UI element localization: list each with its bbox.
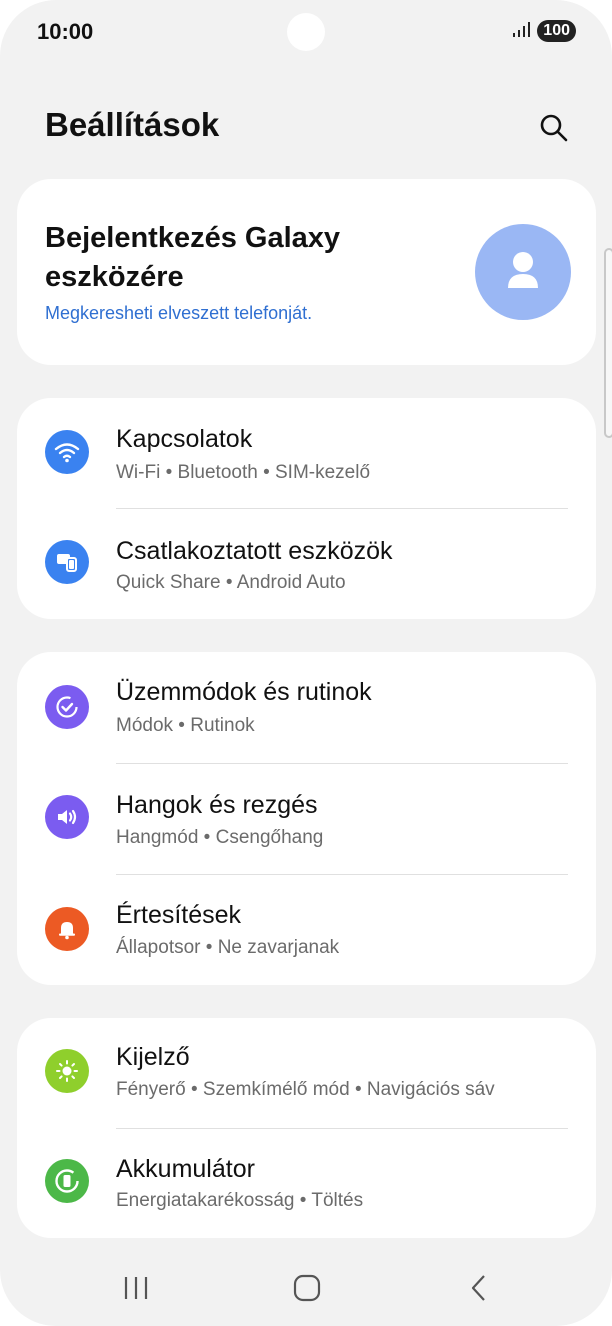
settings-item-connected-devices[interactable]: Csatlakoztatott eszközök Quick Share • A… (17, 509, 596, 619)
status-icons: 100 (513, 20, 576, 42)
battery-icon (45, 1159, 89, 1203)
home-icon (293, 1274, 321, 1302)
status-time: 10:00 (37, 19, 94, 44)
avatar (475, 224, 571, 320)
account-subtitle: Megkeresheti elveszett telefonját. (45, 303, 313, 323)
item-label: Akkumulátor (116, 1155, 255, 1183)
speaker-icon (45, 795, 89, 839)
back-icon (471, 1275, 485, 1301)
item-subtitle: Módok • Rutinok (116, 715, 255, 736)
settings-item-battery[interactable]: Akkumulátor Energiatakarékosság • Töltés (17, 1129, 596, 1239)
signal-icon (513, 21, 531, 42)
recent-apps-icon (124, 1277, 148, 1299)
item-subtitle: Hangmód • Csengőhang (116, 827, 324, 848)
modes-routines-icon (45, 685, 89, 729)
item-label: Hangok és rezgés (116, 791, 318, 819)
person-icon (508, 252, 538, 288)
search-icon (540, 114, 568, 142)
item-label: Értesítések (116, 901, 242, 929)
account-title: Bejelentkezés Galaxy eszközére (45, 222, 341, 293)
item-subtitle: Energiatakarékosság • Töltés (116, 1190, 364, 1211)
item-subtitle: Quick Share • Android Auto (116, 572, 346, 593)
galaxy-account-card[interactable]: Bejelentkezés Galaxy eszközére Megkeresh… (17, 179, 596, 365)
wifi-icon (45, 430, 89, 474)
settings-item-modes-routines[interactable]: Üzemmódok és rutinok Módok • Rutinok (17, 652, 596, 762)
item-subtitle: Wi-Fi • Bluetooth • SIM-kezelő (116, 462, 371, 483)
bell-icon (45, 907, 89, 951)
item-label: Kapcsolatok (116, 425, 253, 453)
item-subtitle: Fényerő • Szemkímélő mód • Navigációs sá… (116, 1079, 495, 1100)
connected-devices-icon (45, 540, 89, 584)
item-label: Csatlakoztatott eszközök (116, 537, 393, 565)
settings-group-personal: Üzemmódok és rutinok Módok • Rutinok Han… (17, 652, 596, 985)
phone-screen: 10:00 100 Beállítások Bejelentkezés Gala… (0, 0, 612, 1326)
settings-group-device: Kijelző Fényerő • Szemkímélő mód • Navig… (17, 1018, 596, 1238)
settings-item-notifications[interactable]: Értesítések Állapotsor • Ne zavarjanak (17, 875, 596, 985)
sun-icon (45, 1049, 89, 1093)
battery-indicator: 100 (537, 20, 576, 42)
search-button[interactable] (534, 108, 574, 148)
settings-item-sounds[interactable]: Hangok és rezgés Hangmód • Csengőhang (17, 764, 596, 874)
settings-item-connections[interactable]: Kapcsolatok Wi-Fi • Bluetooth • SIM-keze… (17, 398, 596, 508)
settings-item-display[interactable]: Kijelző Fényerő • Szemkímélő mód • Navig… (17, 1018, 596, 1128)
recent-apps-button[interactable] (111, 1265, 161, 1311)
item-label: Üzemmódok és rutinok (116, 678, 372, 706)
item-subtitle: Állapotsor • Ne zavarjanak (116, 937, 340, 958)
navigation-bar (0, 1253, 612, 1323)
camera-cutout (287, 13, 325, 51)
item-label: Kijelző (116, 1043, 190, 1071)
settings-group-connections: Kapcsolatok Wi-Fi • Bluetooth • SIM-keze… (17, 398, 596, 619)
page-title: Beállítások (45, 106, 220, 143)
home-button[interactable] (282, 1265, 332, 1311)
back-button[interactable] (454, 1265, 504, 1311)
scroll-handle[interactable] (604, 248, 612, 438)
